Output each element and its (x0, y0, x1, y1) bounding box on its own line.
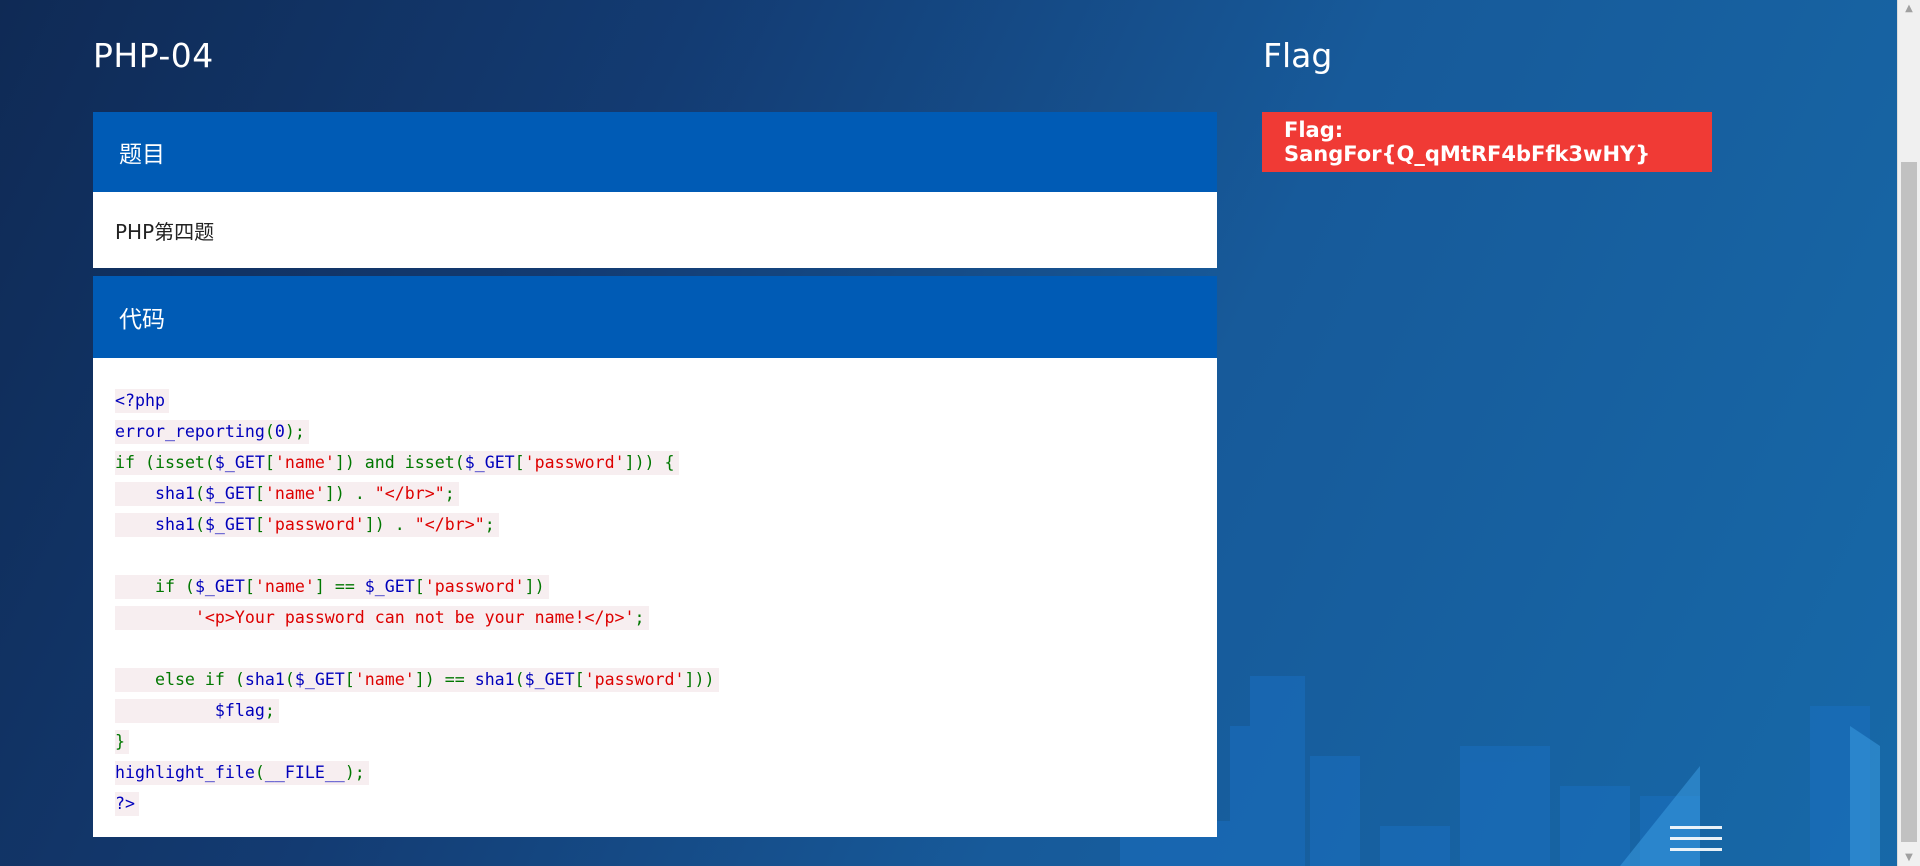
code-token: $_GET (204, 515, 255, 534)
code-token: <?php (115, 391, 165, 410)
vertical-scrollbar[interactable]: ▲ ▼ (1897, 0, 1920, 866)
source-code-block: <?php error_reporting(0); if (isset($_GET[… (93, 358, 1217, 819)
code-token: ( (194, 484, 205, 503)
code-token: [ (574, 670, 585, 689)
code-token: $_GET (524, 670, 575, 689)
code-token: if ( (115, 577, 195, 596)
code-token: 'name' (354, 670, 415, 689)
code-token: ]) . (364, 515, 415, 534)
code-token: $_GET (294, 670, 345, 689)
code-line: else if (sha1($_GET['name']) == sha1($_G… (115, 664, 1217, 695)
code-line: if (isset($_GET['name']) and isset($_GET… (115, 447, 1217, 478)
code-token: $_GET (194, 577, 245, 596)
hamburger-menu-icon[interactable] (1670, 826, 1722, 856)
code-token: ; (634, 608, 645, 627)
code-token: ; (484, 515, 495, 534)
code-token: 'name' (254, 577, 315, 596)
code-token: 'password' (524, 453, 625, 472)
code-token: isset (404, 453, 455, 472)
code-line: } (115, 726, 1217, 757)
code-token: ]) == (414, 670, 475, 689)
code-token: sha1 (154, 484, 195, 503)
code-token: 'name' (264, 484, 325, 503)
code-line: sha1($_GET['name']) . "</br>"; (115, 478, 1217, 509)
code-token: __FILE__ (264, 763, 345, 782)
code-line: sha1($_GET['password']) . "</br>"; (115, 509, 1217, 540)
code-token: [ (254, 515, 265, 534)
code-token: ?> (115, 794, 135, 813)
code-token: ); (344, 763, 365, 782)
code-token: } (115, 732, 125, 751)
code-token: 0 (274, 422, 285, 441)
code-token: $_GET (364, 577, 415, 596)
code-token: isset (154, 453, 205, 472)
code-token: $_GET (214, 453, 265, 472)
code-token: 'password' (264, 515, 365, 534)
code-panel-heading: 代码 (93, 276, 1217, 358)
flag-section-title: Flag (1263, 36, 1333, 75)
code-token: [ (514, 453, 525, 472)
question-panel: 题目 PHP第四题 (93, 112, 1217, 268)
code-token: '<p>Your password can not be your name!<… (194, 608, 635, 627)
code-token: highlight_file (115, 763, 255, 782)
code-token: 'password' (424, 577, 525, 596)
code-token: ; (444, 484, 455, 503)
code-token: [ (254, 484, 265, 503)
code-token: else if ( (115, 670, 245, 689)
code-token: [ (344, 670, 355, 689)
code-line: '<p>Your password can not be your name!<… (115, 602, 1217, 633)
code-token: 'name' (274, 453, 335, 472)
code-token: ( (264, 422, 275, 441)
code-token: ( (204, 453, 215, 472)
code-token: [ (264, 453, 275, 472)
code-token: ( (454, 453, 465, 472)
code-line: if ($_GET['name'] == $_GET['password']) (115, 571, 1217, 602)
code-token: 'password' (584, 670, 685, 689)
code-token: "</br>" (374, 484, 445, 503)
code-token: ( (254, 763, 265, 782)
code-token: ]) . (324, 484, 375, 503)
code-token: ])) (684, 670, 715, 689)
code-token: ); (284, 422, 305, 441)
code-token: [ (414, 577, 425, 596)
code-line: ?> (115, 788, 1217, 819)
code-token: sha1 (244, 670, 285, 689)
code-token: ( (194, 515, 205, 534)
code-token: [ (244, 577, 255, 596)
code-token: ; (264, 701, 275, 720)
code-line: <?php (115, 385, 1217, 416)
code-token: $flag (214, 701, 265, 720)
code-token: if ( (115, 453, 155, 472)
code-line: $flag; (115, 695, 1217, 726)
code-line: error_reporting(0); (115, 416, 1217, 447)
flag-value-box: Flag: SangFor{Q_qMtRF4bFfk3wHY} (1262, 112, 1712, 172)
code-token: error_reporting (115, 422, 265, 441)
code-token: ] == (314, 577, 365, 596)
page-title: PHP-04 (93, 36, 214, 75)
arrow-down-icon[interactable]: ▼ (1898, 849, 1920, 866)
code-token: "</br>" (414, 515, 485, 534)
question-text: PHP第四题 (115, 219, 215, 244)
code-panel: 代码 <?php error_reporting(0); if (isset($_G… (93, 276, 1217, 837)
code-token: ( (514, 670, 525, 689)
code-token: ]) (524, 577, 545, 596)
code-line: highlight_file(__FILE__); (115, 757, 1217, 788)
question-panel-heading: 题目 (93, 112, 1217, 192)
code-token: $_GET (464, 453, 515, 472)
code-token: $_GET (204, 484, 255, 503)
code-token: sha1 (474, 670, 515, 689)
code-token: ]) and (334, 453, 405, 472)
code-token: sha1 (154, 515, 195, 534)
arrow-up-icon[interactable]: ▲ (1898, 0, 1920, 17)
scrollbar-thumb[interactable] (1901, 162, 1917, 842)
code-token: ( (284, 670, 295, 689)
code-token: ])) { (624, 453, 675, 472)
